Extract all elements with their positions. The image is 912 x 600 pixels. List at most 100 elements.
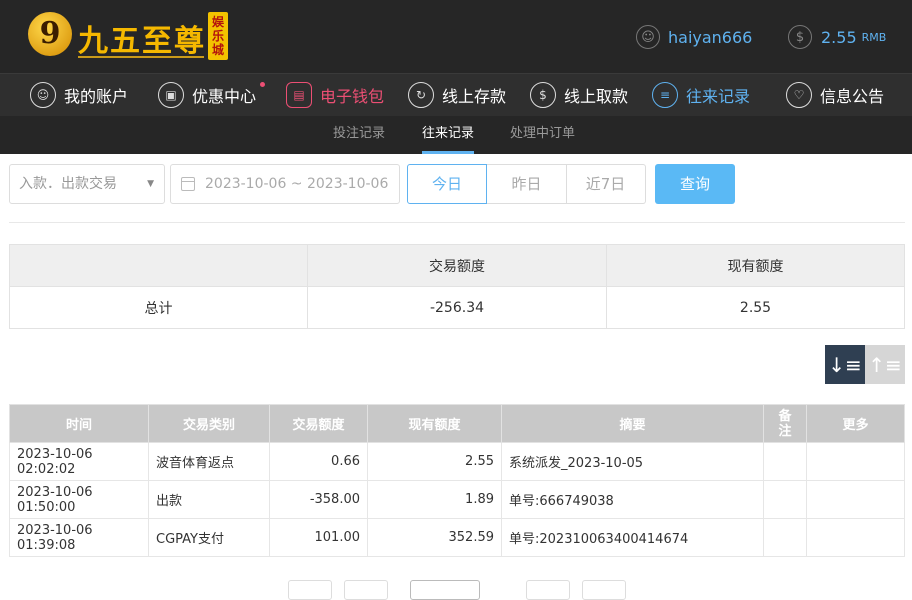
cell-amount: 0.66 [269,442,368,481]
gift-icon: ▣ [158,82,184,108]
pager-first-button[interactable] [288,580,332,600]
balance-info: $ 2.55 RMB [788,24,886,50]
nav-item-label: 优惠中心 [192,87,257,106]
calendar-icon [181,177,195,191]
nav-item-online-deposit[interactable]: ↻ 线上存款 [408,80,506,110]
summary-header-empty [9,244,308,287]
nav-item-promotions[interactable]: ▣ 优惠中心 [158,80,266,110]
table-row: 2023-10-06 01:39:08 CGPAY支付 101.00 352.5… [9,518,905,557]
transaction-type-select[interactable]: 入款．出款交易 ▼ [9,164,165,204]
summary-header-row: 交易额度 现有额度 [9,244,905,287]
date-range-input[interactable]: 2023-10-06 ~ 2023-10-06 [170,164,400,204]
brand-logo[interactable]: 9 九五至尊 娱乐城 [28,10,228,64]
nav-item-e-wallet[interactable]: ▤ 电子钱包 [286,80,384,110]
nav-item-records[interactable]: ≡ 往来记录 [652,80,750,110]
balance-value: 2.55 [821,27,857,47]
bell-icon: ♡ [786,82,812,108]
range-7days-button[interactable]: 近7日 [566,164,646,204]
logo-mark: 9 [28,12,72,56]
tab-bet-records[interactable]: 投注记录 [333,116,385,154]
cell-more[interactable] [806,442,905,481]
person-icon: ☺ [30,82,56,108]
cell-type: 出款 [148,480,270,519]
col-balance: 现有额度 [367,404,502,443]
col-summary: 摘要 [501,404,764,443]
col-amount: 交易额度 [269,404,368,443]
logo-divider [78,56,204,58]
cell-remarks [763,518,807,557]
col-more: 更多 [806,404,905,443]
summary-total-row: 总计 -256.34 2.55 [9,286,905,329]
logo-text: 九五至尊 [78,24,206,59]
cell-time: 2023-10-06 01:39:08 [9,518,149,557]
summary-header-amount: 交易额度 [307,244,607,287]
nav-item-my-account[interactable]: ☺ 我的账户 [30,80,128,110]
person-icon: ☺ [636,25,660,49]
pager-current-page[interactable] [410,580,480,600]
main-nav: ☺ 我的账户 ▣ 优惠中心 ▤ 电子钱包 ↻ 线上存款 $ 线上取款 ≡ 往来记… [0,73,912,116]
sort-asc-icon: ↑≡ [868,352,902,377]
range-yesterday-button[interactable]: 昨日 [487,164,567,204]
nav-item-online-withdraw[interactable]: $ 线上取款 [530,80,628,110]
top-header: 9 九五至尊 娱乐城 ☺ haiyan666 $ 2.55 RMB [0,0,912,73]
withdraw-icon: $ [530,82,556,108]
transaction-type-value: 入款．出款交易 [19,176,117,192]
summary-total-current: 2.55 [606,286,905,329]
date-range-value: 2023-10-06 ~ 2023-10-06 [205,176,389,192]
table-row: 2023-10-06 02:02:02 波音体育返点 0.66 2.55 系统派… [9,442,905,481]
col-time: 时间 [9,404,149,443]
nav-item-label: 往来记录 [686,87,751,106]
sort-asc-button[interactable]: ↑≡ [865,345,905,384]
col-remarks: 备 注 [763,404,807,443]
pager-next-button[interactable] [526,580,570,600]
divider [9,222,905,223]
nav-item-label: 线上取款 [564,87,629,106]
nav-item-label: 电子钱包 [320,87,385,106]
pager-prev-button[interactable] [344,580,388,600]
query-button[interactable]: 查询 [655,164,735,204]
cell-summary: 单号:202310063400414674 [501,518,764,557]
nav-item-label: 信息公告 [820,87,885,106]
col-type: 交易类别 [148,404,270,443]
cell-time: 2023-10-06 01:50:00 [9,480,149,519]
cell-summary: 单号:666749038 [501,480,764,519]
pager-last-button[interactable] [582,580,626,600]
cell-more[interactable] [806,518,905,557]
records-table: 时间 交易类别 交易额度 现有额度 摘要 备 注 更多 2023-10-06 0… [9,404,905,557]
cell-balance: 1.89 [367,480,502,519]
caret-down-icon: ▼ [147,179,154,189]
user-info[interactable]: ☺ haiyan666 [636,24,752,50]
cell-remarks [763,480,807,519]
filter-bar: 入款．出款交易 ▼ 2023-10-06 ~ 2023-10-06 今日 昨日 … [9,164,905,204]
summary-table: 交易额度 现有额度 总计 -256.34 2.55 [9,244,905,329]
sort-desc-button[interactable]: ↓≡ [825,345,865,384]
dollar-icon: $ [788,25,812,49]
username: haiyan666 [668,27,753,47]
cell-balance: 352.59 [367,518,502,557]
cell-summary: 系统派发_2023-10-05 [501,442,764,481]
notification-dot [260,82,266,87]
cell-amount: -358.00 [269,480,368,519]
sort-desc-icon: ↓≡ [828,352,862,377]
range-today-button[interactable]: 今日 [407,164,487,204]
records-header-row: 时间 交易类别 交易额度 现有额度 摘要 备 注 更多 [9,404,905,443]
nav-item-label: 我的账户 [64,87,129,106]
cell-balance: 2.55 [367,442,502,481]
wallet-icon: ▤ [286,82,312,108]
deposit-icon: ↻ [408,82,434,108]
balance-currency: RMB [861,30,887,44]
cell-amount: 101.00 [269,518,368,557]
cell-time: 2023-10-06 02:02:02 [9,442,149,481]
records-icon: ≡ [652,82,678,108]
cell-more[interactable] [806,480,905,519]
cell-remarks [763,442,807,481]
table-row: 2023-10-06 01:50:00 出款 -358.00 1.89 单号:6… [9,480,905,519]
summary-header-current: 现有额度 [606,244,905,287]
tab-pending-orders[interactable]: 处理中订单 [510,116,575,154]
cell-type: 波音体育返点 [148,442,270,481]
cell-type: CGPAY支付 [148,518,270,557]
nav-item-announcements[interactable]: ♡ 信息公告 [786,80,884,110]
summary-total-amount: -256.34 [307,286,607,329]
tab-transaction-records[interactable]: 往来记录 [422,116,475,154]
sub-nav: 投注记录 往来记录 处理中订单 [0,116,912,154]
